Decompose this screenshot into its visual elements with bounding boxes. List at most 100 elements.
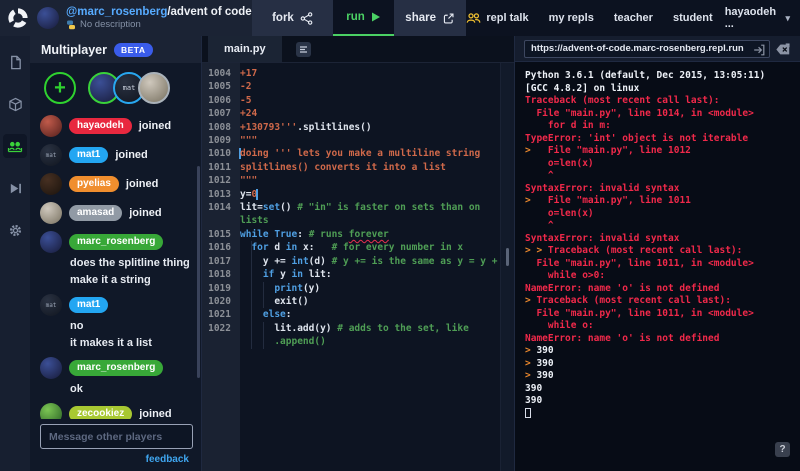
indent-guide — [251, 281, 253, 295]
repl-url-input[interactable] — [524, 39, 770, 58]
token-c: # for every number in x — [331, 242, 464, 254]
console-output[interactable]: Python 3.6.1 (default, Dec 2015, 13:05:1… — [515, 62, 800, 471]
avatar-amasad — [40, 202, 62, 224]
panel-title: Multiplayer — [41, 42, 107, 57]
username-pill: amasad — [69, 204, 123, 222]
token-p: : — [285, 309, 292, 321]
help-button[interactable]: ? — [775, 442, 790, 457]
token-p: (y) — [302, 282, 321, 294]
token-s: """ — [240, 135, 258, 147]
code-line[interactable]: 1014 lit=set() # "in" is faster on sets t… — [202, 201, 500, 228]
chat-event-joined: amasad joined — [40, 202, 193, 224]
console-row: > 390 — [525, 358, 790, 371]
play-icon — [371, 12, 380, 22]
code-line[interactable]: 1021 else: — [202, 308, 500, 322]
code-line[interactable]: 1016 for d in x: # for every number in x — [202, 241, 500, 255]
sidebar-item-debugger[interactable] — [3, 176, 27, 200]
chat-scrollbar[interactable] — [197, 166, 200, 378]
code-line-text: lit.add(y) # adds to the set, like .appe… — [240, 321, 500, 349]
code-line[interactable]: 1015 while True: # runs forever — [202, 228, 500, 241]
chat-event-row: marc_rosenberg — [40, 231, 193, 253]
nav-repl-talk[interactable]: repl talk — [466, 12, 529, 24]
sidebar-item-packages[interactable] — [3, 92, 27, 116]
console-row: 390 — [525, 383, 790, 396]
indent-guide — [262, 294, 264, 309]
nav-my-repls[interactable]: my repls — [549, 12, 594, 24]
code-line-text: while True: # runs forever — [240, 228, 500, 241]
console-error-text: ^ — [525, 220, 554, 231]
code-line[interactable]: 1008 +130793'''.splitlines() — [202, 121, 500, 134]
console-error-text: NameError: name 'o' is not defined — [525, 282, 720, 294]
indent-guide — [251, 254, 253, 269]
username-pill: mat1 — [69, 296, 109, 314]
console-row: Python 3.6.1 (default, Dec 2015, 13:05:1… — [525, 70, 790, 83]
code-line[interactable]: 1009 """ — [202, 134, 500, 147]
code-line[interactable]: 1005 -2 — [202, 80, 500, 93]
sidebar-item-settings[interactable] — [3, 218, 27, 242]
console-row: File "main.py", line 1011, in <module> — [525, 308, 790, 321]
project-header: @marc_rosenberg/advent of code No descri… — [0, 0, 252, 36]
editor-scrollbar[interactable] — [506, 248, 509, 266]
console-row: File "main.py", line 1011, in <module> — [525, 258, 790, 271]
code-line-text: -2 — [240, 80, 500, 93]
code-area[interactable]: 1004 +17 1005 -2 1006 -5 1007 +24 1008 +130793'''… — [202, 63, 514, 471]
console-row: o=len(x) — [525, 208, 790, 221]
code-line[interactable]: 1017 y += int(d) # y += is the same as y… — [202, 254, 500, 269]
code-line-text: exit() — [240, 294, 500, 309]
code-line[interactable]: 1019 print(y) — [202, 281, 500, 295]
chat-message: marc_rosenberg ok — [40, 357, 193, 396]
editor-format-button[interactable] — [295, 41, 311, 57]
token-b: int — [291, 255, 309, 267]
code-line[interactable]: 1011 splitlines() converts it into a list — [202, 161, 500, 174]
sidebar-item-files[interactable] — [3, 50, 27, 74]
pop-out-console-icon[interactable] — [752, 43, 766, 57]
fork-button[interactable]: fork — [251, 0, 334, 36]
tab-strip: main.py — [202, 36, 514, 63]
chat-message-input[interactable] — [40, 424, 193, 449]
code-line[interactable]: 1013 y=0 — [202, 188, 500, 201]
token-p: exit() — [240, 295, 309, 307]
chat-event-joined: hayaodeh joined — [40, 115, 193, 137]
feedback-link[interactable]: feedback — [30, 452, 201, 471]
code-line-text: if y in lit: — [240, 268, 500, 282]
token-s: """ — [240, 175, 258, 187]
console-output-text: 390 — [525, 382, 543, 394]
code-line[interactable]: 1007 +24 — [202, 107, 500, 120]
code-line[interactable]: 1004 +17 — [202, 67, 500, 80]
console-row: > File "main.py", line 1011 — [525, 195, 790, 208]
code-line[interactable]: 1022 lit.add(y) # adds to the set, like … — [202, 321, 500, 349]
avatar-marc_rosenberg — [40, 357, 62, 379]
run-button[interactable]: run — [333, 0, 394, 36]
top-nav: repl talk my repls teacher student — [466, 0, 724, 36]
replit-logo-icon[interactable] — [6, 6, 30, 30]
console-error-text: File "main.py", line 1011 — [536, 195, 691, 206]
token-p: lit.add(y) — [240, 322, 338, 334]
share-button[interactable]: share — [393, 0, 467, 36]
share-icon — [443, 12, 454, 24]
python-icon — [67, 20, 75, 29]
owner-link[interactable]: @marc_rosenberg — [66, 6, 167, 18]
code-line-text: +24 — [240, 107, 500, 120]
console-error-text: Traceback (most recent call last): — [547, 245, 743, 256]
code-line[interactable]: 1010 doing ''' lets you make a multiline … — [202, 147, 500, 160]
code-line[interactable]: 1012 """ — [202, 174, 500, 187]
clear-console-icon[interactable] — [775, 43, 791, 56]
nav-teacher[interactable]: teacher — [614, 12, 653, 24]
sidebar-item-multiplayer[interactable] — [3, 134, 27, 158]
code-line[interactable]: 1018 if y in lit: — [202, 268, 500, 282]
token-c: # runs — [308, 228, 349, 240]
console-error-text: while o>0: — [525, 270, 606, 281]
tab-main-py[interactable]: main.py — [208, 36, 282, 62]
code-line[interactable]: 1006 -5 — [202, 94, 500, 107]
invite-player-button[interactable]: + — [44, 72, 76, 104]
avatar-mat1: mat — [40, 144, 62, 166]
code-line-text: doing ''' lets you make a multiline stri… — [239, 147, 500, 160]
console-row — [525, 407, 790, 421]
account-menu[interactable]: hayaodeh ... ▾ — [725, 0, 800, 36]
code-line[interactable]: 1020 exit() — [202, 294, 500, 309]
console-output-text: Python 3.6.1 (default, Dec 2015, 13:05:1… — [525, 70, 766, 81]
debugger-icon — [10, 183, 21, 193]
nav-student[interactable]: student — [673, 12, 713, 24]
token-p: x: — [297, 242, 332, 254]
token-c: # y += is the same as y = y + — [331, 255, 498, 267]
